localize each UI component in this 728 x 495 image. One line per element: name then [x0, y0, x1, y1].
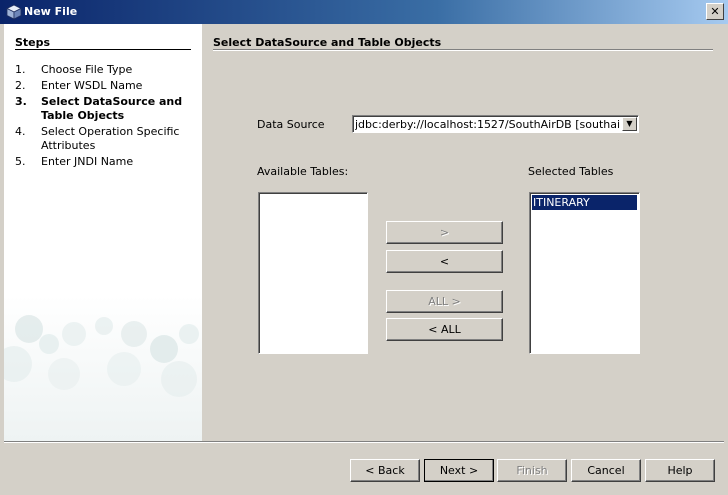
close-button[interactable]: ✕: [706, 3, 724, 20]
available-tables-list[interactable]: [258, 192, 368, 354]
content-panel: Select DataSource and Table Objects Data…: [202, 24, 724, 441]
back-button[interactable]: < Back: [350, 459, 420, 482]
selected-tables-label: Selected Tables: [528, 165, 614, 178]
step-label: Enter JNDI Name: [41, 155, 134, 168]
datasource-value: jdbc:derby://localhost:1527/SouthAirDB […: [355, 118, 621, 131]
datasource-select[interactable]: jdbc:derby://localhost:1527/SouthAirDB […: [352, 115, 639, 133]
steps-divider: [15, 49, 191, 50]
list-item[interactable]: ITINERARY: [532, 195, 637, 210]
step-label: Choose File Type: [41, 63, 133, 76]
move-right-button[interactable]: >: [386, 221, 503, 244]
finish-button[interactable]: Finish: [497, 459, 567, 482]
move-all-right-button[interactable]: ALL >: [386, 290, 503, 313]
title-bar: New File ✕: [0, 0, 728, 24]
step-number: 1.: [15, 63, 26, 76]
footer-divider-highlight: [4, 442, 724, 443]
selected-tables-list[interactable]: ITINERARY: [529, 192, 640, 354]
steps-heading: Steps: [15, 36, 51, 49]
step-label: Select Operation Specific Attributes: [41, 125, 180, 152]
step-number: 5.: [15, 155, 26, 168]
move-left-button[interactable]: <: [386, 250, 503, 273]
step-number: 2.: [15, 79, 26, 92]
close-icon: ✕: [710, 5, 720, 18]
chevron-down-icon[interactable]: ▼: [622, 117, 637, 131]
step-label: Enter WSDL Name: [41, 79, 143, 92]
window-title: New File: [24, 5, 78, 18]
cube-icon: [6, 4, 22, 20]
title-divider-highlight: [213, 50, 713, 51]
steps-panel: Steps 1. Choose File Type 2. Enter WSDL …: [4, 24, 202, 441]
help-button[interactable]: Help: [645, 459, 715, 482]
decorative-bubbles: [4, 315, 199, 397]
step-number: 3.: [15, 95, 27, 108]
available-tables-label: Available Tables:: [257, 165, 349, 178]
step-label: Select DataSource and Table Objects: [41, 95, 183, 122]
page-title: Select DataSource and Table Objects: [213, 36, 442, 49]
step-number: 4.: [15, 125, 26, 138]
cancel-button[interactable]: Cancel: [571, 459, 641, 482]
datasource-label: Data Source: [257, 118, 325, 131]
next-button[interactable]: Next >: [424, 459, 494, 482]
move-all-left-button[interactable]: < ALL: [386, 318, 503, 341]
